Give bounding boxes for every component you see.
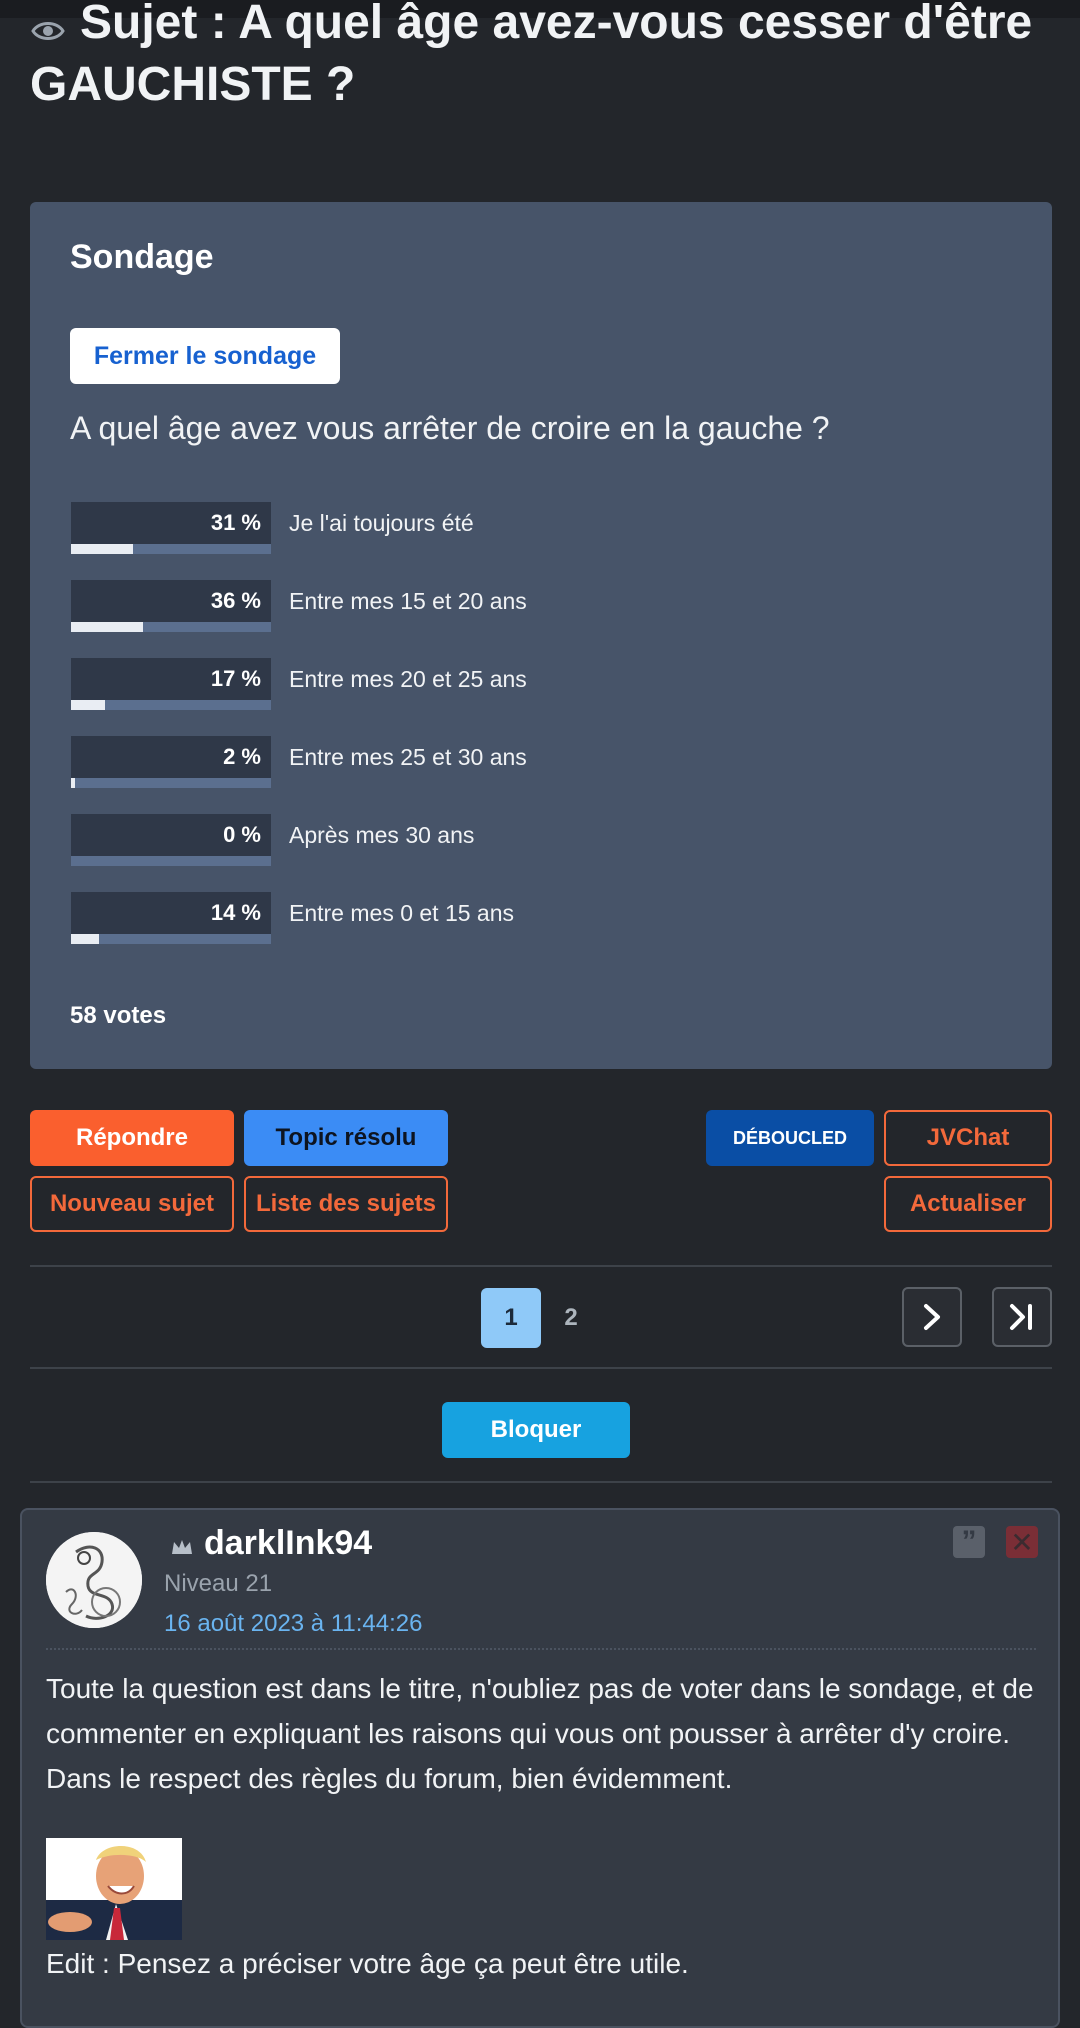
quote-icon[interactable]: ”	[953, 1525, 985, 1558]
poll-option-track	[71, 544, 271, 554]
poll-option-fill	[71, 544, 133, 554]
divider	[30, 1265, 1052, 1267]
poll-option-fill	[71, 778, 75, 788]
topic-title: Sujet : A quel âge avez-vous cesser d'êt…	[30, 0, 1050, 116]
poll-heading: Sondage	[70, 238, 214, 276]
poll-option-label: Après mes 30 ans	[289, 822, 475, 848]
poll-option-fill	[71, 700, 105, 710]
poll-option-percent: 2 %	[223, 744, 261, 769]
last-page-button[interactable]	[992, 1287, 1052, 1347]
block-button[interactable]: Bloquer	[442, 1402, 630, 1458]
poll-option[interactable]: 31 % Je l'ai toujours été	[71, 502, 871, 554]
poll-option-track	[71, 622, 271, 632]
deboucled-button[interactable]: DÉBOUCLED	[706, 1110, 874, 1166]
post-body: Toute la question est dans le titre, n'o…	[46, 1673, 1034, 1794]
close-icon[interactable]: ✕	[1006, 1526, 1038, 1558]
poll-option-label: Entre mes 0 et 15 ans	[289, 900, 515, 926]
page-2-button[interactable]: 2	[541, 1288, 601, 1348]
new-topic-button[interactable]: Nouveau sujet	[30, 1176, 234, 1232]
divider	[30, 1481, 1052, 1483]
poll-votes-count: 58 votes	[70, 1002, 167, 1029]
last-page-icon	[1010, 1304, 1032, 1330]
poll-option[interactable]: 2 % Entre mes 25 et 30 ans	[71, 736, 871, 788]
poll-card: Sondage Fermer le sondage A quel âge ave…	[30, 202, 1052, 1069]
poll-option-bar: 17 %	[71, 658, 271, 710]
refresh-button[interactable]: Actualiser	[884, 1176, 1052, 1232]
jvchat-button[interactable]: JVChat	[884, 1110, 1052, 1166]
avatar[interactable]	[46, 1532, 142, 1628]
post-separator	[46, 1648, 1036, 1650]
poll-option-track	[71, 934, 271, 944]
poll-option-label: Entre mes 20 et 25 ans	[289, 666, 527, 692]
post-author[interactable]: darklInk94	[204, 1524, 372, 1563]
sticker-image	[46, 1838, 182, 1940]
poll-question: A quel âge avez vous arrêter de croire e…	[70, 410, 830, 446]
poll-option-bar: 2 %	[71, 736, 271, 788]
poll-option-bar: 14 %	[71, 892, 271, 944]
poll-option-label: Entre mes 15 et 20 ans	[289, 588, 527, 614]
poll-option[interactable]: 14 % Entre mes 0 et 15 ans	[71, 892, 871, 944]
poll-option-percent: 31 %	[210, 510, 261, 535]
topic-list-button[interactable]: Liste des sujets	[244, 1176, 448, 1232]
divider	[30, 1367, 1052, 1369]
poll-option-bar: 0 %	[71, 814, 271, 866]
poll-option-fill	[71, 934, 99, 944]
crown-icon	[172, 1540, 192, 1554]
topic-title-text: Sujet : A quel âge avez-vous cesser d'êt…	[30, 0, 1033, 111]
reply-button[interactable]: Répondre	[30, 1110, 234, 1166]
post-author-level: Niveau 21	[164, 1570, 273, 1597]
poll-option-label: Je l'ai toujours été	[289, 510, 474, 536]
poll-option-track	[71, 778, 271, 788]
poll-option[interactable]: 36 % Entre mes 15 et 20 ans	[71, 580, 871, 632]
poll-option-fill	[71, 622, 143, 632]
poll-option-percent: 17 %	[210, 666, 261, 691]
forum-post: darklInk94 Niveau 21 16 août 2023 à 11:4…	[20, 1508, 1060, 2028]
poll-option-track	[71, 700, 271, 710]
poll-option-track	[71, 856, 271, 866]
page-1-button[interactable]: 1	[481, 1288, 541, 1348]
chevron-right-icon	[924, 1304, 940, 1330]
topic-resolved-button[interactable]: Topic résolu	[244, 1110, 448, 1166]
poll-option-percent: 14 %	[210, 900, 261, 925]
poll-option[interactable]: 0 % Après mes 30 ans	[71, 814, 871, 866]
close-poll-button[interactable]: Fermer le sondage	[70, 328, 340, 384]
post-date[interactable]: 16 août 2023 à 11:44:26	[164, 1610, 422, 1638]
poll-option[interactable]: 17 % Entre mes 20 et 25 ans	[71, 658, 871, 710]
poll-option-percent: 36 %	[210, 588, 261, 613]
poll-option-label: Entre mes 25 et 30 ans	[289, 744, 527, 770]
next-page-button[interactable]	[902, 1287, 962, 1347]
poll-option-percent: 0 %	[223, 822, 261, 847]
poll-option-bar: 36 %	[71, 580, 271, 632]
eye-icon[interactable]	[30, 3, 66, 41]
poll-option-bar: 31 %	[71, 502, 271, 554]
post-edit-note: Edit : Pensez a préciser votre âge ça pe…	[46, 1948, 689, 1979]
